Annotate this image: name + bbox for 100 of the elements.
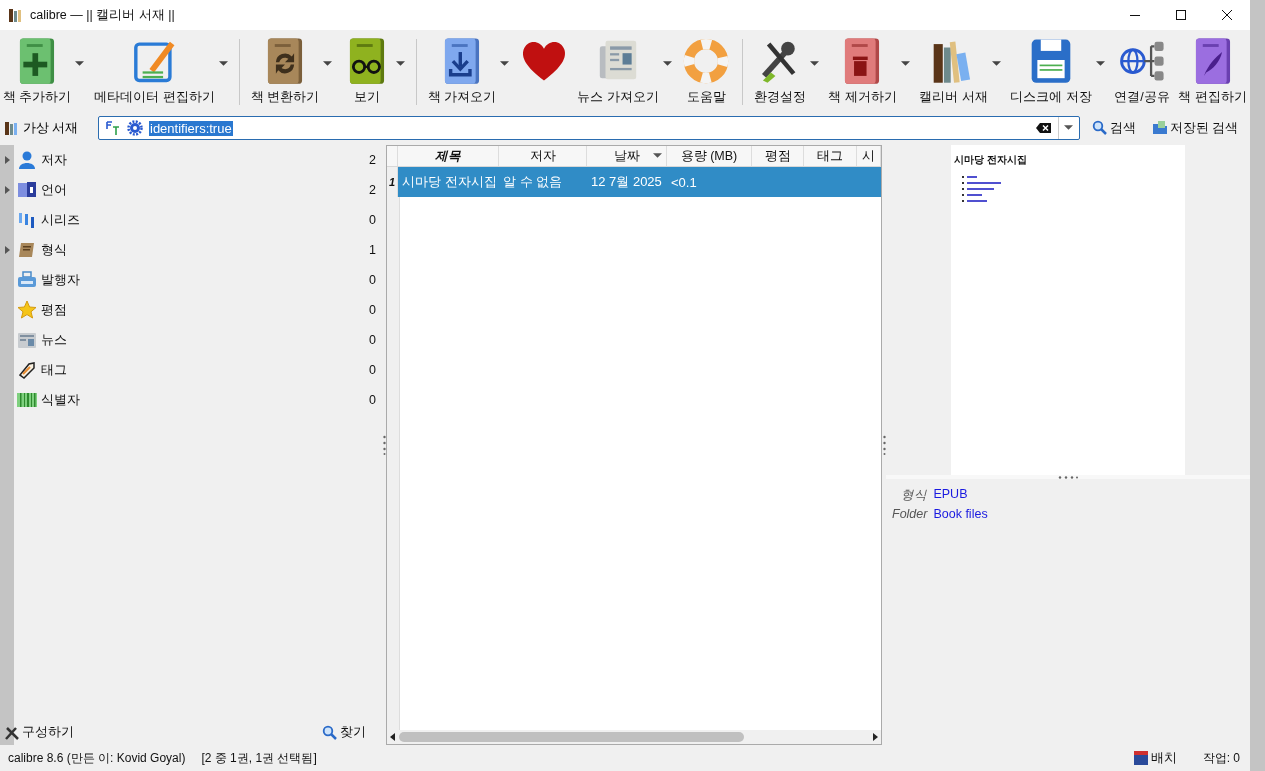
full-text-icon[interactable] [105, 120, 121, 136]
item-count: 2 [369, 183, 376, 197]
category-label: 형식 [41, 241, 68, 259]
tag-browser-item[interactable]: 뉴스 0 [14, 325, 382, 355]
window-title: calibre — || 캘리버 서재 || [30, 6, 175, 24]
tag-icon [17, 360, 37, 380]
scrollbar-thumb[interactable] [399, 732, 744, 742]
book-icon [17, 240, 37, 260]
splitter-handle-icon[interactable] [882, 435, 886, 455]
search-icon [322, 724, 338, 741]
toolbar-button[interactable]: 보기 [340, 33, 393, 108]
dropdown-caret-icon[interactable] [662, 60, 672, 67]
table-cell: 알 수 없음 [503, 174, 563, 189]
tag-browser-item[interactable]: 태그 0 [14, 355, 382, 385]
column-header[interactable]: 시 [857, 146, 881, 166]
splitter-handle-icon[interactable] [1058, 475, 1078, 479]
scroll-right-icon[interactable] [873, 733, 878, 741]
dropdown-caret-icon[interactable] [1095, 60, 1105, 67]
expand-arrow-icon[interactable] [5, 156, 10, 164]
category-label: 시리즈 [41, 211, 81, 229]
search-button[interactable]: 검색 [1087, 119, 1140, 137]
table-cell: <0.1 [671, 174, 697, 190]
person-icon [17, 150, 37, 170]
settings-icon[interactable] [127, 120, 143, 136]
toolbar-button[interactable]: 캘리버 서재 [918, 33, 989, 108]
tag-browser-item[interactable]: 평점 0 [14, 295, 382, 325]
toolbar-button[interactable]: 책 추가하기 [2, 33, 73, 108]
item-count: 0 [369, 273, 376, 287]
selection-count: [2 중 1권, 1권 선택됨] [201, 749, 317, 767]
item-count: 0 [369, 363, 376, 377]
tag-browser-item[interactable]: 언어 2 [14, 175, 382, 205]
toolbar-button[interactable]: 연결/공유 [1113, 33, 1171, 108]
item-count: 1 [369, 243, 376, 257]
tag-browser-item[interactable]: 형식 1 [14, 235, 382, 265]
category-label: 발행자 [41, 271, 81, 289]
dropdown-caret-icon[interactable] [500, 60, 510, 67]
saved-searches-button[interactable]: 저장된 검색 [1147, 119, 1242, 137]
field-label: Folder [892, 507, 929, 521]
tag-browser-item[interactable]: 저자 2 [14, 145, 382, 175]
item-count: 2 [369, 153, 376, 167]
column-header[interactable]: 평점 [752, 146, 804, 166]
find-button[interactable]: 찾기 [318, 724, 370, 741]
toolbar-button[interactable]: 뉴스 가져오기 [576, 33, 660, 108]
toolbar-button[interactable]: 책 편집하기 [1177, 33, 1248, 108]
toolbar-button[interactable]: 책 변환하기 [249, 33, 321, 108]
toolbar-button[interactable]: 환경설정 [752, 33, 807, 108]
virtual-library-button[interactable]: 가상 서재 [4, 119, 90, 137]
clear-icon[interactable] [1035, 120, 1052, 136]
toolbar-button[interactable]: 책 제거하기 [827, 33, 898, 108]
category-label: 언어 [41, 181, 68, 199]
table-cell: 12 7월 2025 [591, 174, 662, 189]
search-field[interactable]: identifiers:true [98, 116, 1080, 140]
dropdown-caret-icon[interactable] [75, 60, 85, 67]
books-icon [4, 120, 20, 136]
jobs-count[interactable]: 작업: 0 [1202, 749, 1240, 767]
dropdown-caret-icon[interactable] [218, 60, 228, 67]
configure-button[interactable]: 구성하기 [0, 724, 78, 741]
splitter-handle-icon[interactable] [382, 435, 386, 455]
dropdown-caret-icon[interactable] [323, 60, 333, 67]
book-row[interactable]: 시마당 전자시집 알 수 없음 12 7월 2025 <0.1 [398, 167, 881, 197]
expand-arrow-icon[interactable] [5, 186, 10, 194]
field-label: 형식 [900, 487, 929, 504]
toolbar-button[interactable]: 도움말 [680, 33, 733, 108]
toolbar-button[interactable]: 디스크에 저장 [1009, 33, 1093, 108]
tag-browser-item[interactable]: 시리즈 0 [14, 205, 382, 235]
version-text: calibre 8.6 (만든 이: Kovid Goyal) [8, 749, 186, 767]
column-header[interactable]: 날짜 [587, 146, 667, 166]
dropdown-caret-icon[interactable] [991, 60, 1001, 67]
item-count: 0 [369, 333, 376, 347]
expand-arrow-icon[interactable] [5, 246, 10, 254]
category-label: 태그 [41, 361, 68, 379]
search-icon [1091, 120, 1108, 136]
app-icon [8, 7, 24, 23]
layout-button[interactable]: 배치 [1128, 749, 1181, 767]
dropdown-caret-icon[interactable] [1064, 125, 1073, 131]
column-header[interactable]: 태그 [804, 146, 857, 166]
field-link[interactable]: EPUB [933, 487, 988, 504]
column-header[interactable]: 저자 [499, 146, 587, 166]
dropdown-caret-icon[interactable] [395, 60, 405, 67]
dropdown-caret-icon[interactable] [809, 60, 819, 67]
category-label: 뉴스 [41, 331, 68, 349]
barcode-icon [17, 390, 37, 410]
dropdown-caret-icon[interactable] [900, 60, 910, 67]
column-header[interactable]: 용량 (MB) [667, 146, 752, 166]
toolbar-button[interactable]: 책 가져오기 [426, 33, 498, 108]
book-cover[interactable]: 시마당 전자시집 [951, 145, 1185, 475]
tag-browser-item[interactable]: 식별자 0 [14, 385, 382, 415]
language-icon [17, 180, 37, 200]
layout-icon [1132, 750, 1149, 766]
category-label: 식별자 [41, 391, 81, 409]
tag-browser-item[interactable]: 발행자 0 [14, 265, 382, 295]
field-link[interactable]: Book files [933, 507, 988, 521]
category-label: 저자 [41, 151, 68, 169]
folder-icon [1151, 120, 1168, 136]
toolbar-button[interactable]: 메타데이터 편집하기 [93, 33, 216, 108]
cover-title: 시마당 전자시집 [954, 153, 1028, 167]
scroll-left-icon[interactable] [390, 733, 395, 741]
column-header[interactable]: 제목 [398, 146, 499, 166]
category-label: 평점 [41, 301, 68, 319]
item-count: 0 [369, 213, 376, 227]
